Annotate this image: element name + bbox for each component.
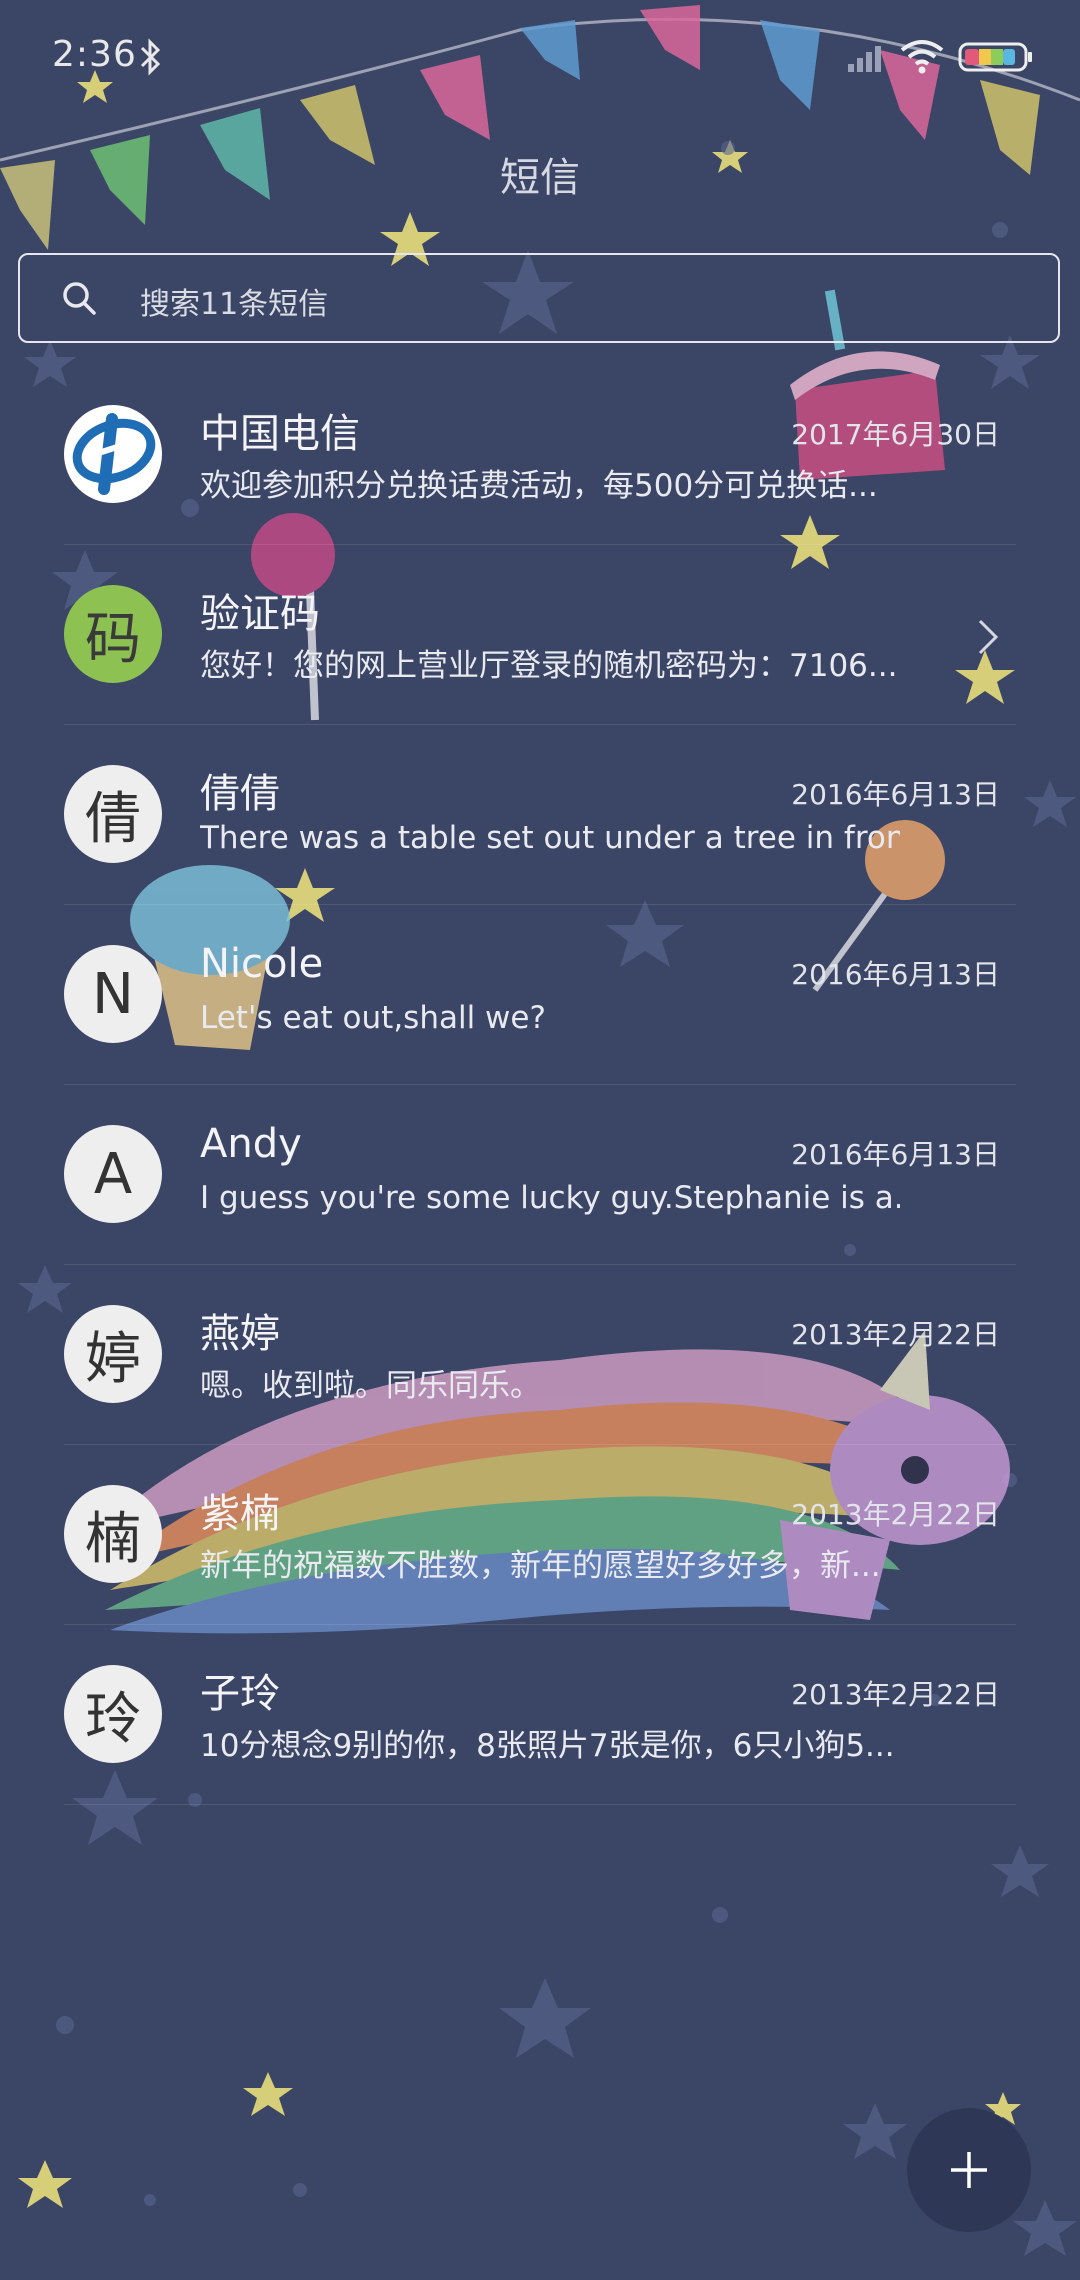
conversation-date: 2016年6月13日 [791,1138,1000,1171]
chevron-right-icon [978,619,999,655]
conversation-preview: 新年的祝福数不胜数，新年的愿望好多好多，新... [200,1548,881,1584]
avatar: 码 [64,585,162,683]
conversation-preview: I guess you're some lucky guy.Stephanie … [200,1180,900,1216]
conversation-name: 燕婷 [200,1311,280,1357]
conversation-name: 紫楠 [200,1491,280,1537]
avatar: N [64,945,162,1043]
telecom-logo-icon [65,406,161,502]
bluetooth-icon [140,38,161,76]
conversation-item[interactable]: N Nicole 2016年6月13日 Let's eat out,shall … [0,905,1080,1085]
conversation-item[interactable]: 玲 子玲 2013年2月22日 10分想念9别的你，8张照片7张是你，6只小狗5… [0,1625,1080,1805]
status-bar: 2:36 [0,0,1080,118]
signal-icon [848,46,881,72]
conversation-item[interactable]: 倩 倩倩 2016年6月13日 There was a table set ou… [0,725,1080,905]
conversation-preview: 嗯。收到啦。同乐同乐。 [200,1368,541,1404]
conversation-item[interactable]: A Andy 2016年6月13日 I guess you're some lu… [0,1085,1080,1265]
conversation-name: Nicole [200,941,324,987]
avatar: 倩 [64,765,162,863]
conversation-date: 2016年6月13日 [791,958,1000,991]
conversation-name: Andy [200,1121,302,1167]
conversation-item[interactable]: 楠 紫楠 2013年2月22日 新年的祝福数不胜数，新年的愿望好多好多，新... [0,1445,1080,1625]
page-title: 短信 [500,155,580,201]
divider [64,1804,1016,1805]
battery-icon [958,42,1032,72]
search-placeholder: 搜索11条短信 [140,287,329,322]
conversation-preview: 10分想念9别的你，8张照片7张是你，6只小狗5... [200,1728,895,1764]
conversation-name: 子玲 [200,1671,280,1717]
avatar: 楠 [64,1485,162,1583]
conversation-date: 2016年6月13日 [791,778,1000,811]
conversation-date: 2013年2月22日 [791,1678,1000,1711]
conversation-preview: 欢迎参加积分兑换话费活动，每500分可兑换话... [200,468,878,504]
new-message-button[interactable] [907,2108,1031,2232]
avatar: 婷 [64,1305,162,1403]
avatar: 玲 [64,1665,162,1763]
conversation-name: 验证码 [200,591,320,637]
status-time: 2:36 [52,34,137,75]
search-icon [63,282,96,315]
conversation-preview: 您好！您的网上营业厅登录的随机密码为：7106... [200,648,898,684]
conversation-date: 2013年2月22日 [791,1318,1000,1351]
wifi-icon [900,40,944,74]
conversation-name: 倩倩 [200,771,280,817]
conversation-name: 中国电信 [200,411,360,457]
conversation-preview: Let's eat out,shall we? [200,1000,546,1036]
plus-icon [951,2152,987,2188]
avatar: A [64,1125,162,1223]
search-input[interactable]: 搜索11条短信 [18,253,1060,343]
conversation-date: 2017年6月30日 [791,418,1000,451]
conversation-item[interactable]: 码 验证码 您好！您的网上营业厅登录的随机密码为：7106... [0,545,1080,725]
conversation-date: 2013年2月22日 [791,1498,1000,1531]
conversation-item[interactable]: 婷 燕婷 2013年2月22日 嗯。收到啦。同乐同乐。 [0,1265,1080,1445]
conversation-item[interactable]: 中国电信 2017年6月30日 欢迎参加积分兑换话费活动，每500分可兑换话..… [0,365,1080,545]
china-telecom-logo-avatar [64,405,162,503]
conversation-preview: There was a table set out under a tree i… [200,820,900,856]
